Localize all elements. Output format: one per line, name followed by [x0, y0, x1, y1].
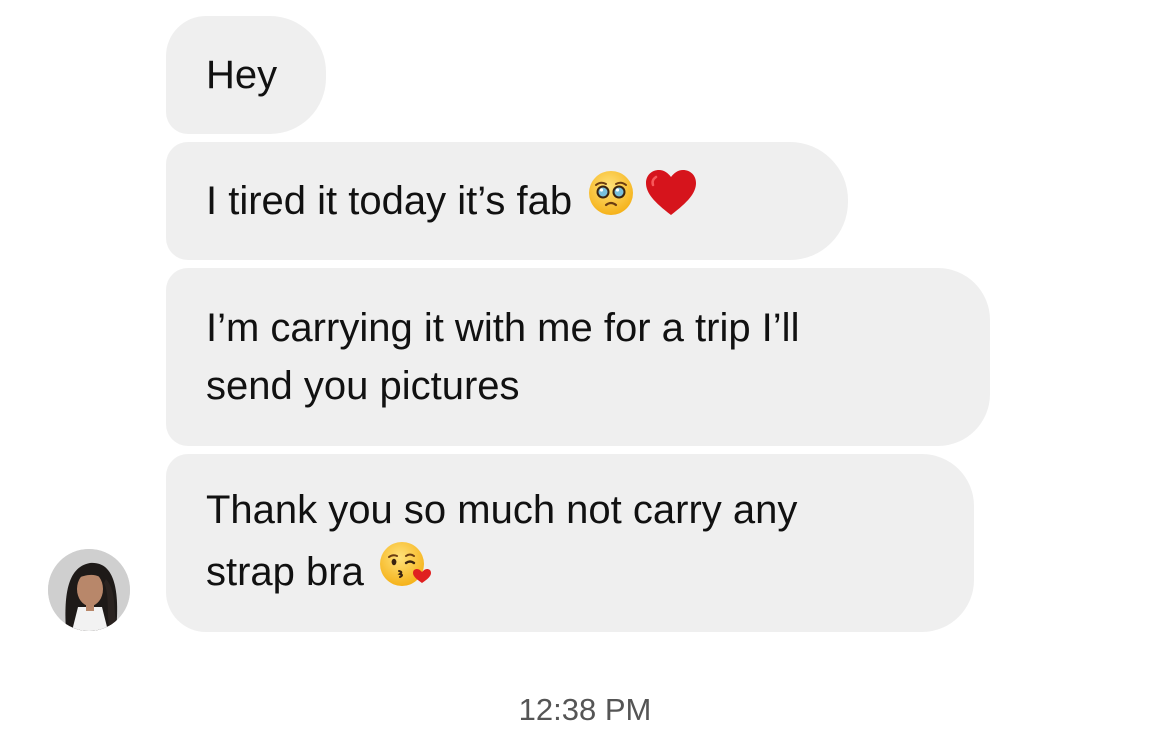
face-blowing-kiss-emoji-icon	[378, 539, 432, 605]
message-bubble[interactable]: I’m carrying it with me for a trip I’ll …	[166, 268, 990, 446]
message-bubble[interactable]: Hey	[166, 16, 326, 134]
message-text-line: Thank you so much not carry any	[206, 488, 798, 532]
message-text: strap bra	[206, 550, 364, 594]
message-text-line: I’m carrying it with me for a trip I’ll	[206, 306, 800, 350]
message-text: Hey	[206, 53, 278, 97]
pleading-face-emoji-icon	[586, 168, 636, 234]
message-thread: Hey I tired it today it’s fab I’m carryi…	[0, 0, 1170, 742]
message-text: I tired it today it’s fab	[206, 179, 573, 223]
message-text-line: send you pictures	[206, 364, 520, 408]
red-heart-emoji-icon	[644, 168, 698, 234]
message-text-line: strap bra	[206, 539, 432, 605]
message-bubble[interactable]: I tired it today it’s fab	[166, 142, 848, 260]
message-timestamp: 12:38 PM	[518, 692, 652, 727]
contact-avatar[interactable]	[48, 549, 130, 631]
message-bubble[interactable]: Thank you so much not carry any strap br…	[166, 454, 974, 632]
